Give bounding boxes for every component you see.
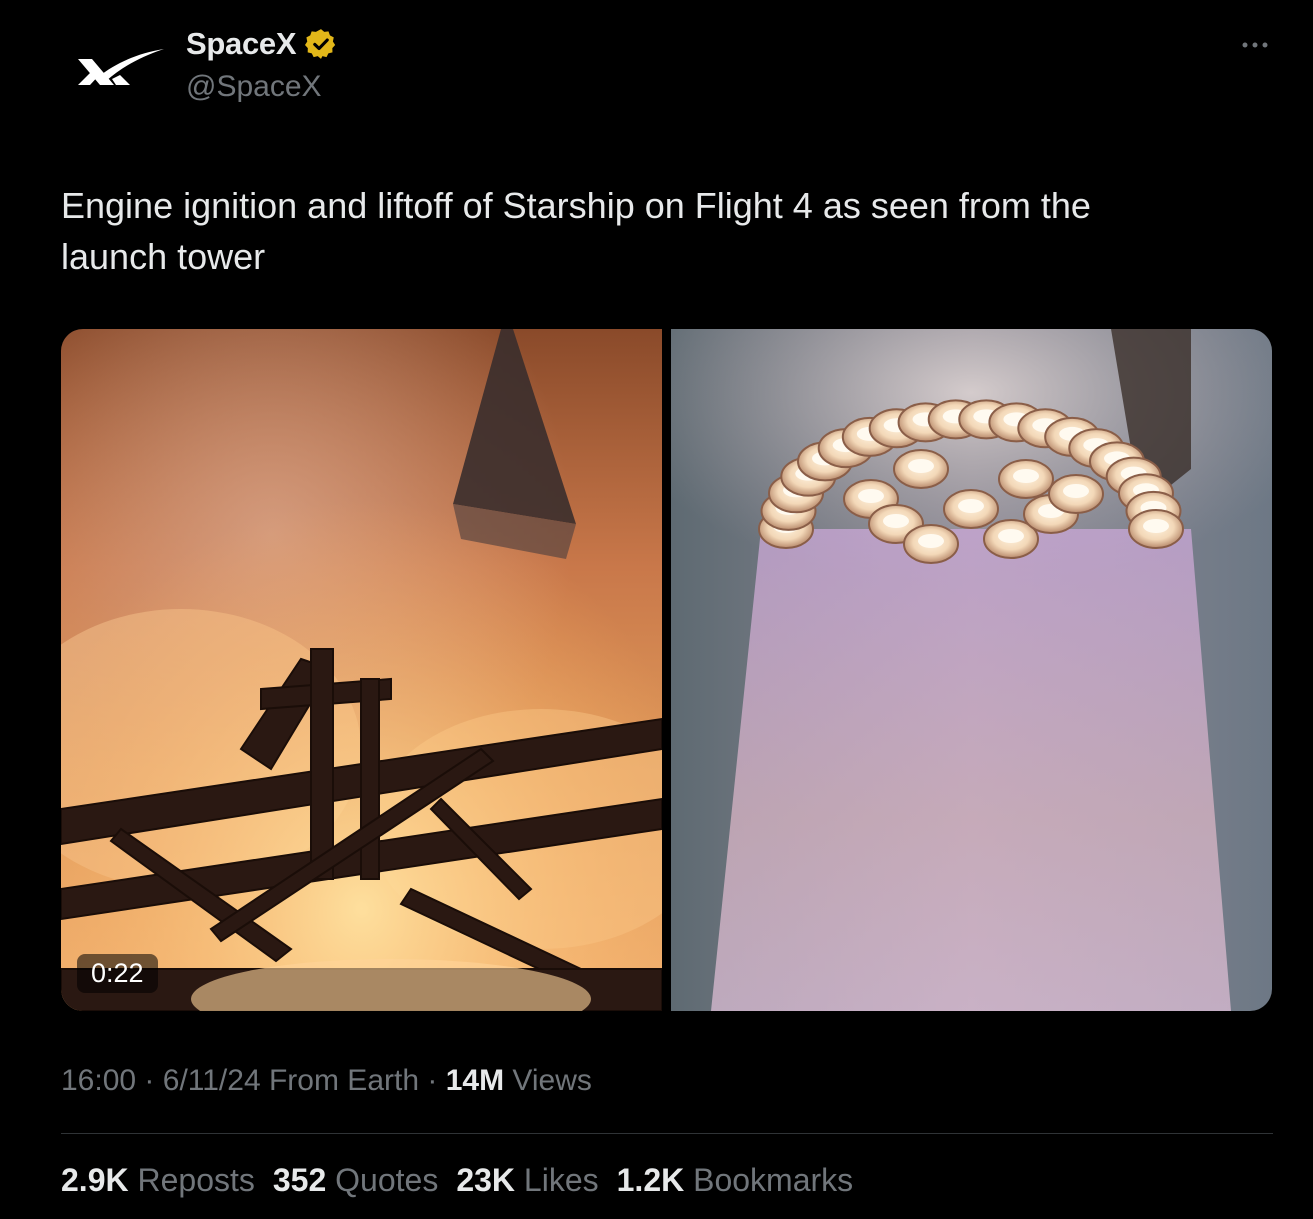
spacex-logo-icon — [78, 49, 164, 85]
tweet-source: From Earth — [268, 1064, 420, 1097]
media-grid: 0:22 — [61, 329, 1272, 1011]
engine-nozzle-core — [1013, 469, 1039, 483]
engine-nozzle-core — [1063, 484, 1089, 498]
likes-stat[interactable]: 23K Likes — [456, 1162, 598, 1199]
meta-separator: · — [144, 1064, 155, 1097]
author-display-name: SpaceX — [186, 26, 297, 61]
views-count: 14M — [445, 1064, 505, 1097]
meta-separator: · — [427, 1064, 438, 1097]
author-avatar[interactable] — [62, 20, 180, 120]
views-label: Views — [512, 1064, 592, 1097]
author-name-row[interactable]: SpaceX — [186, 26, 338, 62]
engine-nozzle-core — [908, 459, 934, 473]
reposts-label: Reposts — [137, 1162, 255, 1198]
quotes-stat[interactable]: 352 Quotes — [273, 1162, 438, 1199]
bookmarks-stat[interactable]: 1.2K Bookmarks — [617, 1162, 854, 1199]
engine-nozzle-core — [958, 499, 984, 513]
likes-label: Likes — [523, 1162, 599, 1198]
quotes-count: 352 — [272, 1162, 327, 1198]
tweet-text: Engine ignition and liftoff of Starship … — [61, 185, 1091, 277]
video-player[interactable]: 0:22 — [61, 329, 662, 1011]
tweet-meta: 16:00 · 6/11/24 From Earth · 14M Views — [61, 1064, 592, 1098]
tweet-date[interactable]: 6/11/24 — [163, 1064, 261, 1097]
engagement-stats: 2.9K Reposts 352 Quotes 23K Likes 1.2K B… — [61, 1162, 853, 1199]
more-options-icon — [1242, 42, 1268, 48]
reposts-stat[interactable]: 2.9K Reposts — [61, 1162, 255, 1199]
engine-nozzle-core — [858, 489, 884, 503]
more-options-button[interactable] — [1235, 30, 1275, 60]
engine-nozzle-core — [998, 529, 1024, 543]
author-handle[interactable]: @SpaceX — [186, 70, 322, 104]
likes-count: 23K — [456, 1162, 516, 1198]
reposts-count: 2.9K — [61, 1162, 129, 1198]
bookmarks-count: 1.2K — [616, 1162, 685, 1198]
tweet-time[interactable]: 16:00 — [61, 1064, 136, 1097]
engines-photo[interactable] — [671, 329, 1272, 1011]
video-duration-badge: 0:22 — [77, 954, 158, 993]
quotes-label: Quotes — [335, 1162, 439, 1198]
divider — [61, 1133, 1273, 1134]
raptor-engines-image — [671, 329, 1272, 1011]
engine-nozzle-core — [1143, 519, 1169, 533]
engine-nozzle-core — [918, 534, 944, 548]
engine-nozzle-core — [883, 514, 909, 528]
bookmarks-label: Bookmarks — [693, 1162, 854, 1198]
verified-badge-icon — [305, 29, 336, 59]
launch-tower-image — [61, 329, 662, 1011]
